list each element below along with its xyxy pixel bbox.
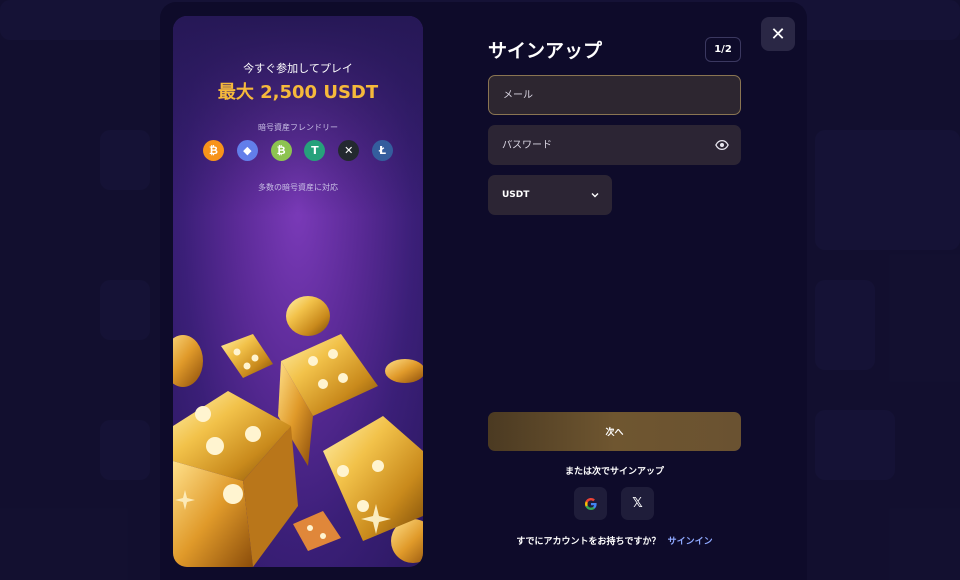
or-signup-text: または次でサインアップ (564, 467, 664, 477)
close-icon: ✕ (770, 23, 786, 45)
currency-value: USDT (502, 190, 530, 200)
bitcoin-cash-icon: ₿ (270, 140, 292, 161)
promo-amount: 最大 2,500 USDT (217, 82, 379, 103)
password-input[interactable] (502, 139, 727, 151)
next-button[interactable]: 次へ (488, 412, 741, 451)
signin-prompt: すでにアカウントをお持ちですか？ サインイン (488, 534, 741, 547)
xrp-icon: ✕ (338, 140, 360, 161)
step-indicator: 1/2 (705, 37, 741, 62)
signin-link[interactable]: サインイン (668, 537, 713, 547)
google-icon (584, 497, 597, 510)
ethereum-icon: ◆ (236, 140, 258, 161)
signup-modal: 今すぐ参加してプレイ 最大 2,500 USDT 暗号資産フレンドリー ₿ ◆ … (160, 2, 807, 580)
promo-multi-crypto: 多数の暗号資産に対応 (258, 183, 338, 192)
promo-panel: 今すぐ参加してプレイ 最大 2,500 USDT 暗号資産フレンドリー ₿ ◆ … (173, 16, 423, 567)
promo-crypto-friendly: 暗号資産フレンドリー (258, 123, 338, 132)
has-account-text: すでにアカウントをお持ちですか？ (516, 537, 661, 547)
chevron-down-icon (591, 193, 599, 198)
golden-dice-illustration (173, 296, 423, 567)
eye-icon[interactable] (715, 138, 729, 152)
email-input[interactable] (503, 89, 726, 101)
bitcoin-icon: ₿ (203, 140, 224, 161)
tether-icon: T (304, 140, 326, 161)
x-signup-button[interactable]: 𝕏 (621, 487, 654, 520)
close-button[interactable]: ✕ (761, 17, 795, 51)
promo-join-text: 今すぐ参加してプレイ (243, 62, 353, 75)
x-icon: 𝕏 (632, 496, 643, 511)
email-field-wrapper (488, 75, 741, 115)
password-field-wrapper (488, 125, 741, 165)
currency-select[interactable]: USDT (488, 175, 612, 215)
google-signup-button[interactable] (574, 487, 607, 520)
crypto-coin-list: ₿ ◆ ₿ T ✕ Ł (203, 140, 393, 162)
page-title: サインアップ (488, 40, 603, 62)
litecoin-icon: Ł (371, 140, 393, 161)
